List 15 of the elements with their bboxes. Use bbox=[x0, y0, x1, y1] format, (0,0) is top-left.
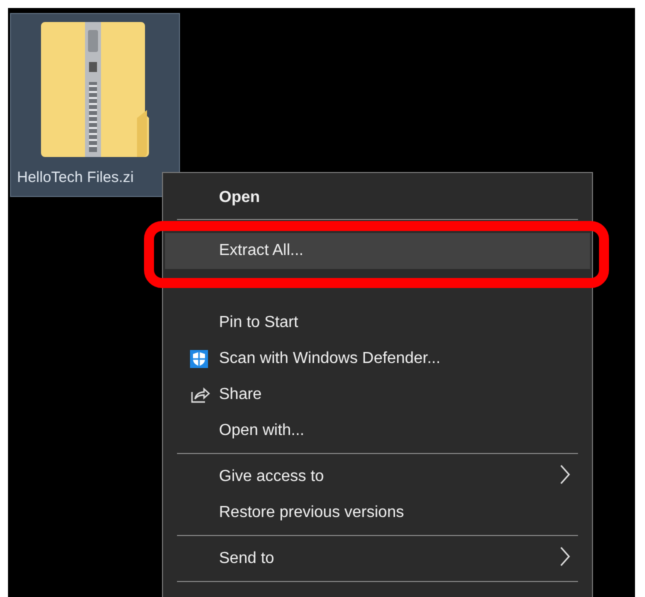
desktop-icon-tile[interactable]: HelloTech Files.zi bbox=[10, 13, 180, 197]
menu-item[interactable]: Extract All... bbox=[165, 233, 590, 269]
menu-item[interactable]: Give access to bbox=[165, 459, 590, 495]
menu-item[interactable]: Send to bbox=[165, 541, 590, 577]
zip-folder-icon bbox=[41, 22, 149, 159]
menu-item[interactable]: Scan with Windows Defender... bbox=[165, 341, 590, 377]
menu-item[interactable]: Pin to Start bbox=[165, 305, 590, 341]
shield-icon bbox=[190, 350, 208, 368]
menu-item[interactable]: Share bbox=[165, 377, 590, 413]
share-icon bbox=[190, 386, 210, 404]
menu-item[interactable]: Restore previous versions bbox=[165, 495, 590, 531]
chevron-right-icon bbox=[560, 464, 570, 484]
chevron-right-icon bbox=[560, 546, 570, 566]
file-name: HelloTech Files.zi bbox=[17, 169, 134, 186]
menu-item[interactable]: Open with... bbox=[165, 413, 590, 449]
